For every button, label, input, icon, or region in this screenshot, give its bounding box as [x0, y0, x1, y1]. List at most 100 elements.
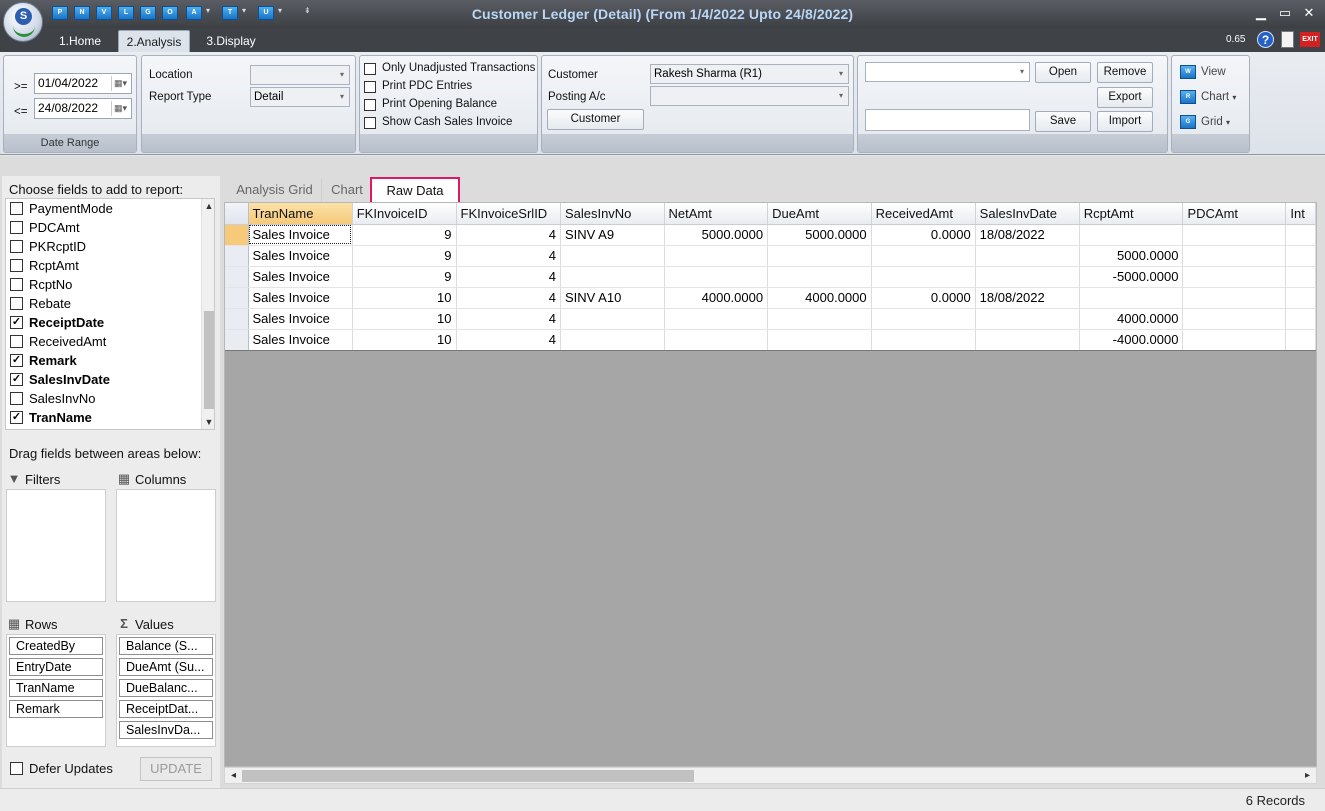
tab-chart[interactable]: Chart: [324, 178, 370, 202]
export-button[interactable]: Export: [1097, 87, 1153, 108]
grid-cell[interactable]: 18/08/2022: [975, 287, 1080, 309]
column-header[interactable]: Int: [1285, 203, 1316, 225]
from-date-field[interactable]: 01/04/2022 ▦▾: [34, 73, 132, 94]
value-field-pill[interactable]: DueAmt (Su...: [119, 658, 213, 676]
filters-drop-area[interactable]: [6, 489, 106, 602]
column-header[interactable]: FKInvoiceID: [352, 203, 457, 225]
column-header[interactable]: ReceivedAmt: [871, 203, 976, 225]
grid-cell[interactable]: Sales Invoice: [248, 245, 353, 267]
column-header[interactable]: SalesInvDate: [975, 203, 1080, 225]
show-cash-sales-checkbox[interactable]: [364, 117, 376, 129]
field-checkbox-checked[interactable]: ✓: [10, 354, 23, 367]
table-row[interactable]: Sales Invoice 9 4 -5000.0000: [225, 266, 1316, 288]
grid-cell[interactable]: 0.0000: [871, 224, 976, 246]
grid-cell[interactable]: 4: [456, 308, 561, 330]
grid-cell[interactable]: 4: [456, 245, 561, 267]
grid-cell[interactable]: 10: [352, 329, 457, 351]
field-item[interactable]: Rebate: [8, 294, 71, 313]
row-header[interactable]: [225, 224, 249, 246]
grid-cell[interactable]: [664, 245, 769, 267]
row-field-pill[interactable]: CreatedBy: [9, 637, 103, 655]
field-checkbox[interactable]: [10, 392, 23, 405]
column-header[interactable]: FKInvoiceSrlID: [456, 203, 561, 225]
grid-cell[interactable]: [1079, 287, 1184, 309]
app-logo[interactable]: S: [3, 2, 43, 42]
field-checkbox[interactable]: [10, 240, 23, 253]
grid-cell[interactable]: 4000.0000: [1079, 308, 1184, 330]
remove-button[interactable]: Remove: [1097, 62, 1153, 83]
grid-cell[interactable]: [871, 329, 976, 351]
table-row[interactable]: Sales Invoice 10 4 SINV A10 4000.0000 4000.00…: [225, 287, 1316, 309]
grid-cell[interactable]: [1182, 287, 1287, 309]
update-button[interactable]: UPDATE: [140, 757, 212, 781]
grid-cell[interactable]: [975, 266, 1080, 288]
grid-cell[interactable]: [975, 245, 1080, 267]
table-row[interactable]: Sales Invoice 10 4 4000.0000: [225, 308, 1316, 330]
tab-analysis-grid[interactable]: Analysis Grid: [228, 178, 322, 202]
row-header[interactable]: [225, 266, 249, 288]
field-item[interactable]: SalesInvNo: [8, 389, 95, 408]
chart-menu-button[interactable]: R Chart ▾: [1180, 87, 1246, 107]
location-select[interactable]: ▾: [250, 65, 350, 85]
table-row[interactable]: Sales Invoice 9 4 5000.0000: [225, 245, 1316, 267]
value-field-pill[interactable]: DueBalanc...: [119, 679, 213, 697]
grid-cell[interactable]: 4: [456, 329, 561, 351]
field-item[interactable]: ✓ Remark: [8, 351, 77, 370]
grid-cell[interactable]: [664, 266, 769, 288]
calendar-icon[interactable]: ▦▾: [111, 101, 129, 116]
grid-cell[interactable]: 5000.0000: [767, 224, 872, 246]
field-list[interactable]: PaymentMode PDCAmt PKRcptID RcptAmt Rcpt…: [5, 198, 215, 430]
only-unadjusted-checkbox[interactable]: [364, 63, 376, 75]
field-checkbox[interactable]: [10, 297, 23, 310]
value-field-pill[interactable]: ReceiptDat...: [119, 700, 213, 718]
field-item[interactable]: ✓ TranName: [8, 408, 92, 427]
grid-cell[interactable]: [1285, 266, 1316, 288]
row-field-pill[interactable]: TranName: [9, 679, 103, 697]
field-item[interactable]: ✓ ReceiptDate: [8, 313, 104, 332]
column-header[interactable]: TranName: [248, 203, 353, 225]
field-checkbox-checked[interactable]: ✓: [10, 373, 23, 386]
grid-cell[interactable]: [1285, 224, 1316, 246]
grid-cell[interactable]: 4: [456, 287, 561, 309]
print-pdc-checkbox[interactable]: [364, 81, 376, 93]
open-button[interactable]: Open: [1035, 62, 1091, 83]
grid-cell[interactable]: [664, 308, 769, 330]
column-header[interactable]: RcptAmt: [1079, 203, 1184, 225]
value-field-pill[interactable]: Balance (S...: [119, 637, 213, 655]
grid-cell[interactable]: [1182, 308, 1287, 330]
grid-cell[interactable]: 0.0000: [871, 287, 976, 309]
grid-cell[interactable]: [975, 329, 1080, 351]
document-icon[interactable]: [1281, 31, 1294, 48]
grid-cell[interactable]: Sales Invoice: [248, 224, 353, 246]
grid-cell[interactable]: [664, 329, 769, 351]
customer-button[interactable]: Customer: [547, 109, 644, 130]
grid-cell[interactable]: [871, 266, 976, 288]
scroll-thumb[interactable]: [242, 770, 694, 782]
grid-cell[interactable]: 5000.0000: [664, 224, 769, 246]
grid-cell[interactable]: [1182, 245, 1287, 267]
field-checkbox[interactable]: [10, 259, 23, 272]
rows-drop-area[interactable]: CreatedBy EntryDate TranName Remark: [6, 634, 106, 747]
grid-cell[interactable]: 10: [352, 287, 457, 309]
grid-cell[interactable]: [871, 245, 976, 267]
scroll-thumb[interactable]: [204, 311, 214, 409]
grid-cell[interactable]: 4000.0000: [664, 287, 769, 309]
grid-cell[interactable]: [1182, 224, 1287, 246]
calendar-icon[interactable]: ▦▾: [111, 76, 129, 91]
close-icon[interactable]: ✕: [1301, 5, 1317, 21]
column-header[interactable]: NetAmt: [664, 203, 769, 225]
tab-home[interactable]: 1.Home: [50, 30, 110, 52]
column-header[interactable]: DueAmt: [767, 203, 872, 225]
field-item[interactable]: PaymentMode: [8, 199, 113, 218]
row-header[interactable]: [225, 287, 249, 309]
column-header[interactable]: SalesInvNo: [560, 203, 665, 225]
import-button[interactable]: Import: [1097, 111, 1153, 132]
view-button[interactable]: W View: [1180, 62, 1240, 82]
customer-select[interactable]: Rakesh Sharma (R1) ▾: [650, 64, 849, 84]
defer-updates-checkbox[interactable]: [10, 762, 23, 775]
field-item[interactable]: ReceivedAmt: [8, 332, 106, 351]
grid-cell[interactable]: Sales Invoice: [248, 287, 353, 309]
value-field-pill[interactable]: SalesInvDa...: [119, 721, 213, 739]
grid-cell[interactable]: [560, 308, 665, 330]
field-checkbox[interactable]: [10, 335, 23, 348]
